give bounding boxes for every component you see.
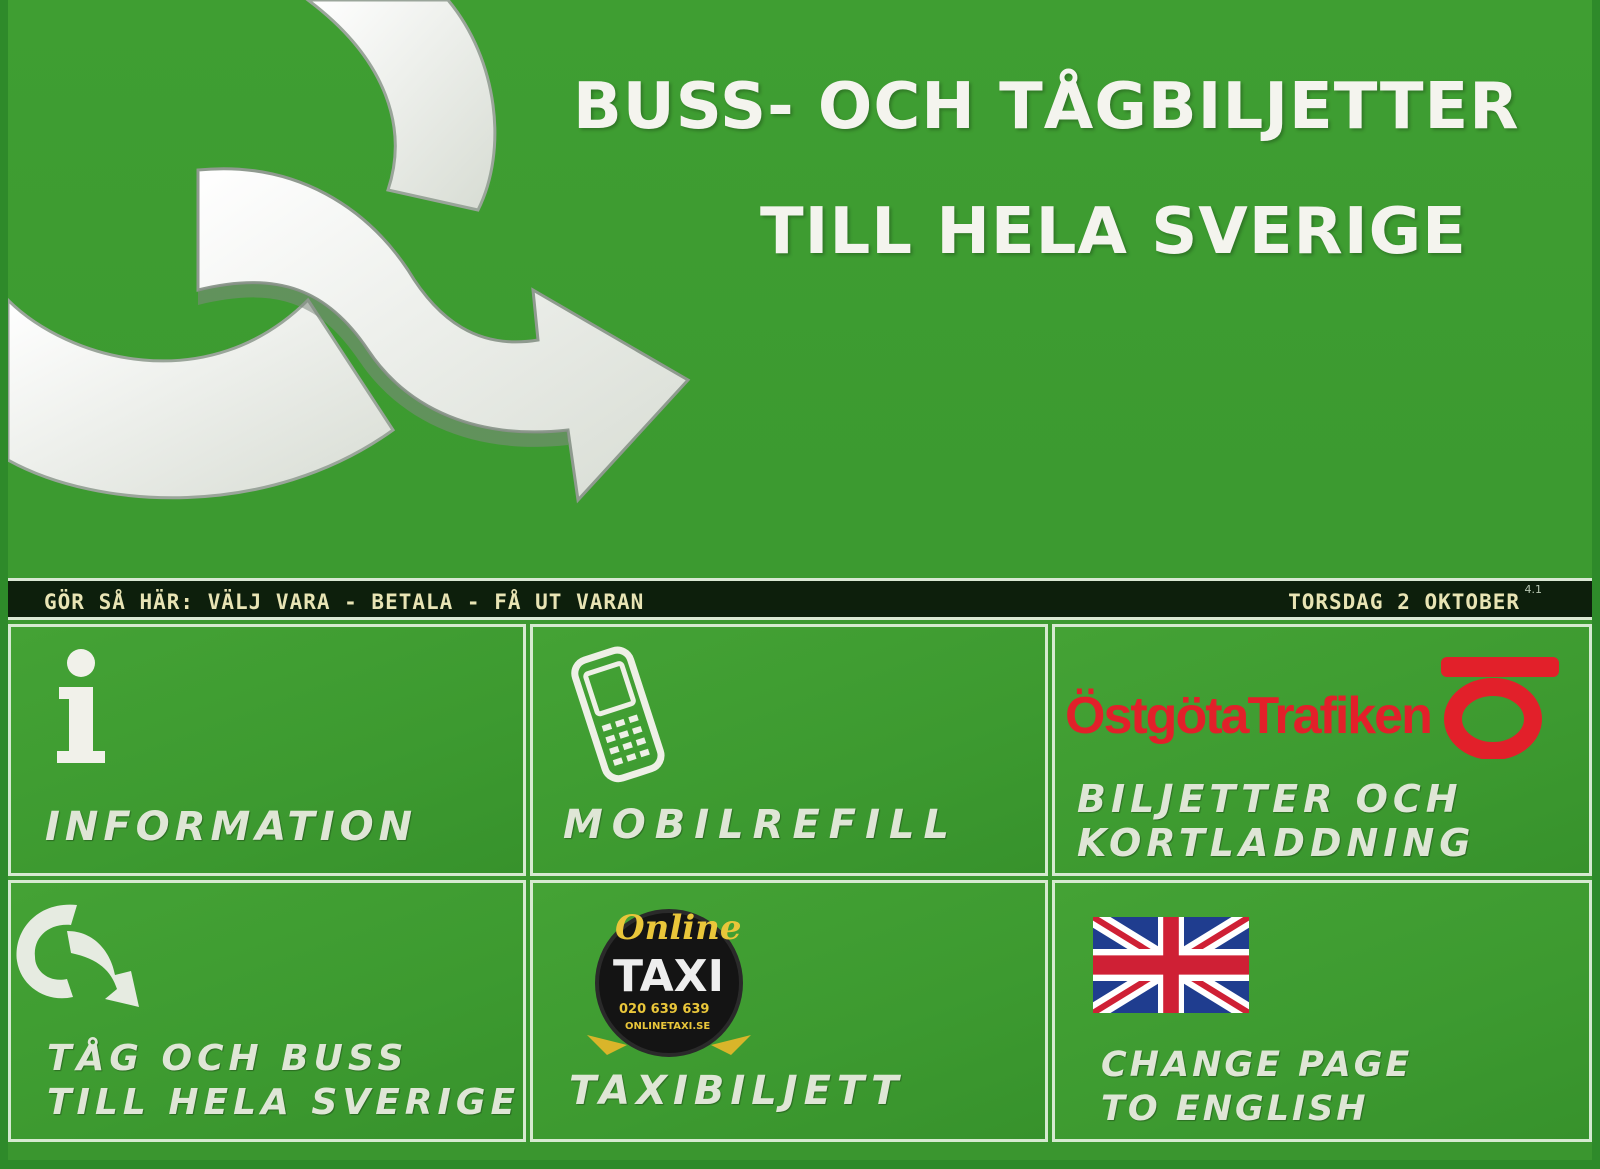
hero-banner: BUSS- OCH TÅGBILJETTER TILL HELA SVERIGE — [8, 0, 1592, 572]
biljetter-label-line-2: KORTLADDNING — [1077, 821, 1476, 865]
biljetter-kortladdning-button[interactable]: ÖstgötaTrafiken BILJETTER OCH KORTLADDNI… — [1052, 624, 1592, 876]
version-label: 4.1 — [1524, 583, 1543, 596]
mobilrefill-label: MOBILREFILL — [563, 802, 958, 848]
mobile-phone-icon — [571, 646, 665, 783]
biljetter-label-line-1: BILJETTER OCH — [1077, 777, 1463, 821]
kiosk-screen: BUSS- OCH TÅGBILJETTER TILL HELA SVERIGE… — [8, 0, 1592, 1160]
information-label: INFORMATION — [45, 804, 418, 850]
change-language-button[interactable]: CHANGE PAGE TO ENGLISH — [1052, 880, 1592, 1142]
tag-och-buss-line-1: TÅG OCH BUSS — [47, 1038, 409, 1079]
biljetter-kortladdning-label: BILJETTER OCH KORTLADDNING — [1077, 777, 1475, 865]
taxi-logo-online-text: Online — [615, 908, 742, 948]
tag-och-buss-button[interactable]: TÅG OCH BUSS TILL HELA SVERIGE — [8, 880, 526, 1142]
online-taxi-logo: Online TAXI 020 639 639 ONLINETAXI.SE — [587, 908, 751, 1057]
tag-och-buss-line-2: TILL HELA SVERIGE — [47, 1082, 521, 1123]
information-button[interactable]: INFORMATION — [8, 624, 526, 876]
instructions-text: GÖR SÅ HÄR: VÄLJ VARA - BETALA - FÅ UT V… — [44, 590, 645, 614]
change-language-label: CHANGE PAGE TO ENGLISH — [1101, 1043, 1412, 1131]
change-language-line-1: CHANGE PAGE — [1101, 1045, 1413, 1085]
change-language-line-2: TO ENGLISH — [1101, 1089, 1369, 1129]
headline-line-2: TILL HELA SVERIGE — [760, 195, 1467, 269]
ostgotatrafiken-logo-text: ÖstgötaTrafiken — [1065, 687, 1431, 745]
status-bar: GÖR SÅ HÄR: VÄLJ VARA - BETALA - FÅ UT V… — [8, 578, 1592, 620]
taxi-logo-taxi-text: TAXI — [613, 951, 724, 1002]
taxi-logo-url-text: ONLINETAXI.SE — [625, 1021, 710, 1032]
taxibiljett-button[interactable]: Online TAXI 020 639 639 ONLINETAXI.SE TA… — [530, 880, 1048, 1142]
taxi-logo-phone-text: 020 639 639 — [619, 1002, 709, 1017]
arrow-loop-icon — [16, 904, 139, 1007]
uk-flag-icon — [1093, 917, 1249, 1013]
mobilrefill-button[interactable]: MOBILREFILL — [530, 624, 1048, 876]
tag-och-buss-label: TÅG OCH BUSS TILL HELA SVERIGE — [47, 1037, 520, 1125]
date-text: TORSDAG 2 OKTOBER — [1288, 590, 1520, 614]
info-icon — [57, 649, 105, 763]
ostgotatrafiken-logo: ÖstgötaTrafiken — [1065, 657, 1559, 759]
taxibiljett-label: TAXIBILJETT — [569, 1068, 905, 1114]
headline-line-1: BUSS- OCH TÅGBILJETTER — [573, 70, 1520, 144]
